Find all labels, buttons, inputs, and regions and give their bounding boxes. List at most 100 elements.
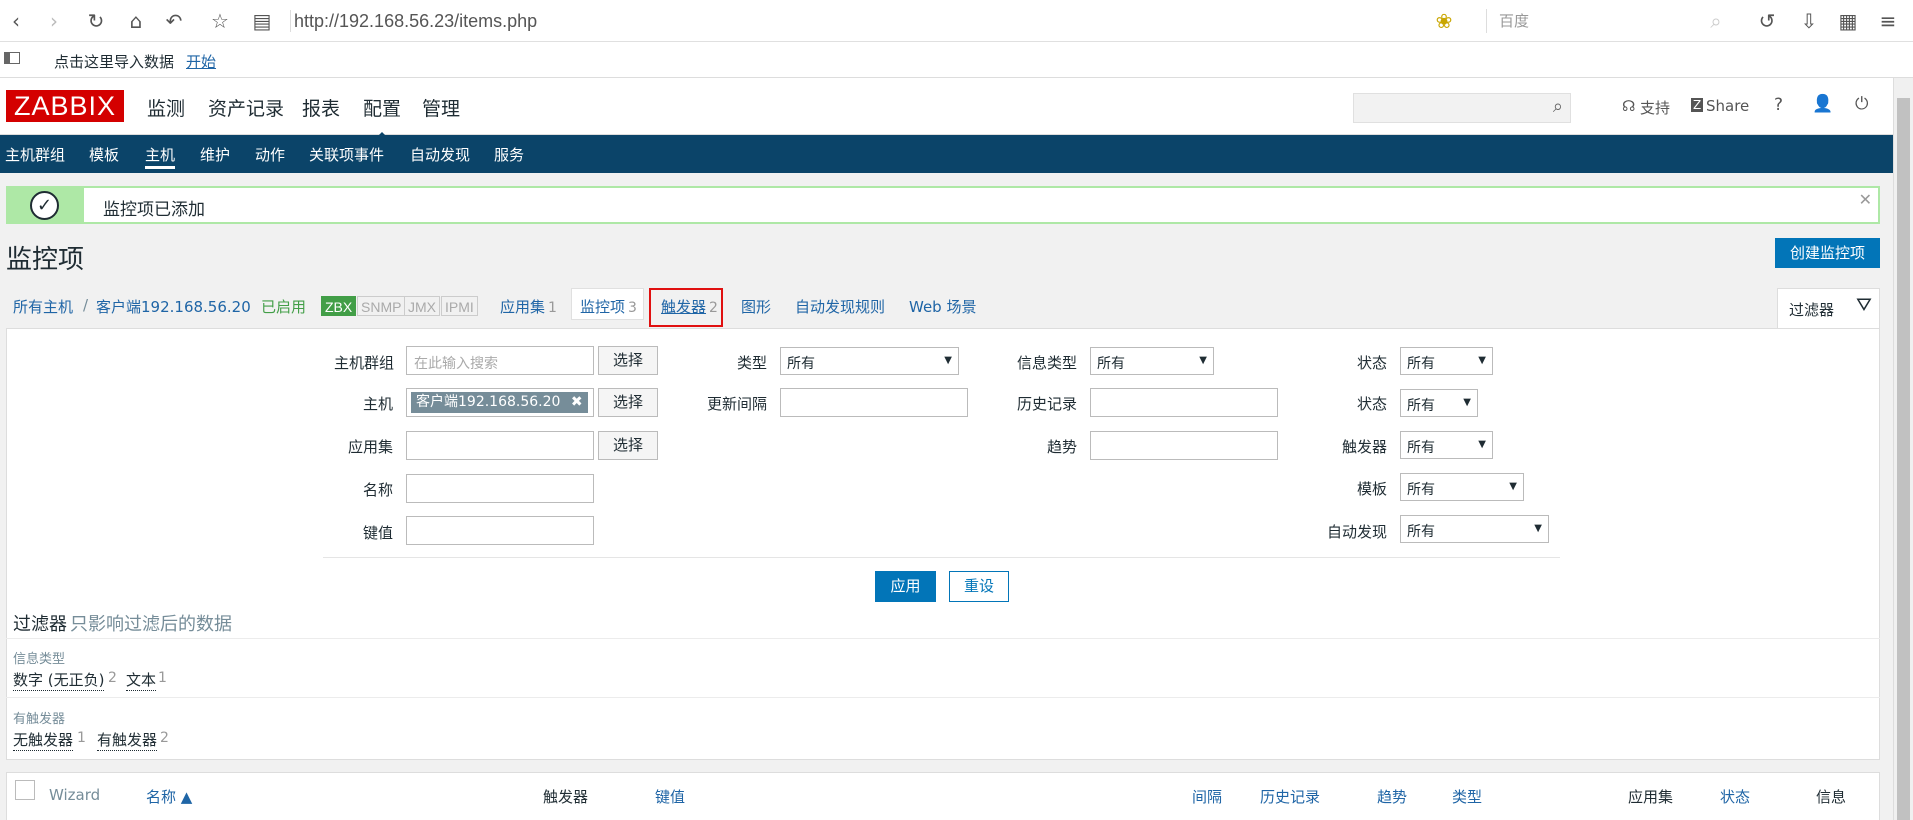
infotype-select[interactable]: 所有	[1090, 347, 1214, 375]
discovery-select[interactable]: 所有	[1400, 515, 1549, 543]
col-history[interactable]: 历史记录	[1260, 786, 1320, 807]
host-select-button[interactable]: 选择	[598, 388, 658, 417]
subfilter-text[interactable]: 文本	[126, 669, 157, 691]
forward-icon[interactable]: ›	[42, 9, 66, 33]
status-select[interactable]: 所有	[1400, 389, 1478, 417]
subfilter-numeric[interactable]: 数字 (无正负)	[13, 669, 105, 691]
sidebar-toggle-icon[interactable]	[4, 52, 20, 64]
subfilter-title: 过滤器	[13, 614, 67, 635]
subfilter-no-triggers[interactable]: 无触发器	[13, 729, 74, 751]
subnav-hostgroups[interactable]: 主机群组	[5, 144, 65, 165]
address-bar[interactable]: http://192.168.56.23/items.php	[294, 8, 537, 34]
col-trends[interactable]: 趋势	[1377, 786, 1407, 807]
close-icon[interactable]: ✕	[1859, 190, 1872, 209]
apply-button[interactable]: 应用	[875, 571, 936, 602]
share-link[interactable]: Share	[1706, 97, 1749, 115]
host-link[interactable]: 客户端192.168.56.20	[96, 296, 251, 317]
help-link[interactable]: ?	[1774, 95, 1783, 115]
applications-count: 1	[548, 300, 557, 316]
apps-icon[interactable]: ▦	[1836, 9, 1860, 33]
graphs-tab[interactable]: 图形	[741, 296, 771, 317]
headset-icon[interactable]: ☊	[1622, 97, 1635, 115]
zabbix-logo[interactable]: ZABBIX	[6, 90, 124, 122]
home-icon[interactable]: ⌂	[124, 9, 148, 33]
state-select[interactable]: 所有	[1400, 347, 1493, 375]
subfilter-with-triggers[interactable]: 有触发器	[97, 729, 158, 751]
reload-icon[interactable]: ↻	[84, 9, 108, 33]
success-message: ✓ 监控项已添加 ✕	[6, 186, 1880, 224]
col-key[interactable]: 键值	[655, 786, 685, 807]
select-all-checkbox[interactable]	[15, 780, 35, 800]
host-tag[interactable]: 客户端192.168.56.20 ✖	[411, 392, 588, 413]
history-icon[interactable]: ↺	[1755, 9, 1779, 33]
scrollbar-thumb[interactable]	[1897, 98, 1910, 820]
search-icon[interactable]: ⌕	[1704, 9, 1728, 33]
col-status[interactable]: 状态	[1720, 786, 1750, 807]
zbx-badge: ZBX	[321, 296, 357, 316]
web-scenarios-tab[interactable]: Web 场景	[909, 296, 976, 317]
download-icon[interactable]: ⇩	[1797, 9, 1821, 33]
items-count: 3	[628, 300, 637, 316]
success-icon-box: ✓	[8, 188, 84, 222]
sub-navigation: 主机群组 模板 主机 维护 动作 关联项事件 自动发现 服务	[0, 135, 1893, 173]
col-type[interactable]: 类型	[1452, 786, 1482, 807]
col-interval[interactable]: 间隔	[1192, 786, 1222, 807]
history-input[interactable]	[1090, 388, 1278, 417]
page-scrollbar[interactable]	[1893, 78, 1913, 820]
browser-search-input[interactable]: 百度	[1486, 9, 1726, 33]
create-item-button[interactable]: 创建监控项	[1775, 238, 1880, 268]
subnav-correlation[interactable]: 关联项事件	[309, 144, 384, 165]
discovery-rules-tab[interactable]: 自动发现规则	[795, 296, 885, 317]
all-hosts-link[interactable]: 所有主机	[13, 296, 73, 317]
menu-icon[interactable]: ≡	[1876, 9, 1900, 33]
menu-configuration[interactable]: 配置	[363, 94, 401, 140]
subnav-discovery[interactable]: 自动发现	[410, 144, 470, 165]
global-search-input[interactable]: ⌕	[1353, 93, 1571, 123]
user-profile-icon[interactable]: 👤	[1812, 94, 1833, 114]
bookmark-import-text[interactable]: 点击这里导入数据	[54, 51, 174, 72]
message-text: 监控项已添加	[103, 200, 205, 220]
bookmark-start-link[interactable]: 开始	[186, 51, 216, 72]
undo-icon[interactable]: ↶	[162, 9, 186, 33]
star-icon[interactable]: ☆	[208, 9, 232, 33]
remove-tag-icon[interactable]: ✖	[571, 394, 583, 410]
interval-label: 更新间隔	[707, 395, 768, 413]
menu-reports[interactable]: 报表	[302, 94, 340, 121]
triggers-select[interactable]: 所有	[1400, 431, 1493, 459]
support-link[interactable]: 支持	[1640, 97, 1670, 118]
interval-input[interactable]	[780, 388, 968, 417]
col-name[interactable]: 名称 ▲	[146, 786, 192, 807]
hostgroup-input[interactable]: 在此输入搜索	[406, 346, 594, 375]
reset-button[interactable]: 重设	[949, 571, 1009, 602]
hostgroup-select-button[interactable]: 选择	[598, 346, 658, 375]
breadcrumb-separator: /	[83, 296, 89, 314]
applications-tab[interactable]: 应用集 1	[500, 296, 557, 317]
menu-administration[interactable]: 管理	[422, 94, 460, 121]
items-tab-link[interactable]: 监控项 3	[580, 296, 637, 317]
menu-inventory[interactable]: 资产记录	[208, 94, 284, 121]
search-icon[interactable]: ⌕	[1553, 96, 1563, 117]
back-icon[interactable]: ‹	[4, 9, 28, 33]
subnav-templates[interactable]: 模板	[89, 144, 119, 165]
subnav-maintenance[interactable]: 维护	[200, 144, 230, 165]
name-input[interactable]	[406, 474, 594, 503]
subnav-services[interactable]: 服务	[494, 144, 524, 165]
subnav-actions[interactable]: 动作	[255, 144, 285, 165]
infotype-label: 信息类型	[1017, 354, 1078, 372]
reader-icon[interactable]: ▤	[250, 9, 274, 33]
template-select[interactable]: 所有	[1400, 473, 1524, 501]
host-enabled-status[interactable]: 已启用	[261, 296, 306, 317]
filter-tab[interactable]: 过滤器 ⛛	[1777, 288, 1880, 328]
trends-input[interactable]	[1090, 431, 1278, 460]
subnav-hosts[interactable]: 主机	[145, 144, 176, 169]
key-input[interactable]	[406, 516, 594, 545]
extension-icon[interactable]: ❀	[1432, 9, 1456, 33]
logout-icon[interactable]: ⏻	[1855, 94, 1868, 114]
type-select[interactable]: 所有	[780, 347, 959, 375]
browser-toolbar: ‹ › ↻ ⌂ ↶ ☆ ▤ http://192.168.56.23/items…	[0, 0, 1913, 42]
check-icon: ✓	[30, 191, 59, 220]
menu-monitoring[interactable]: 监测	[147, 94, 185, 121]
share-logo-icon[interactable]: Z	[1691, 98, 1704, 112]
application-input[interactable]	[406, 431, 594, 460]
application-select-button[interactable]: 选择	[598, 431, 658, 460]
